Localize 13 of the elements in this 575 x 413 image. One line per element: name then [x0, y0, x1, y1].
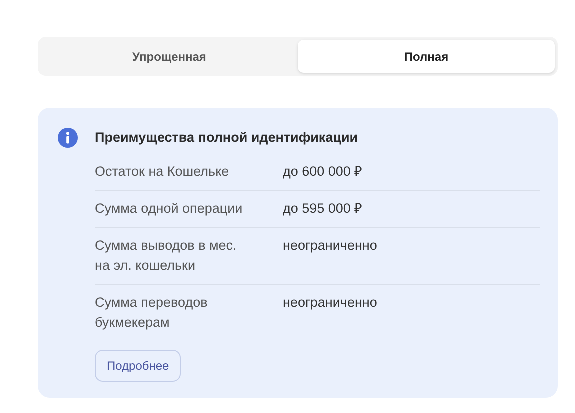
row-label: Сумма переводов букмекерам	[95, 294, 209, 332]
row-label: Сумма выводов в мес. на эл. кошельки	[95, 237, 238, 275]
row-value: до 595 000 ₽	[283, 200, 363, 218]
row-value: неограниченно	[283, 294, 378, 312]
row-label: Сумма одной операции	[95, 200, 244, 218]
row-label: Остаток на Кошельке	[95, 163, 230, 181]
info-icon	[58, 128, 78, 148]
tab[interactable]: Полная	[298, 40, 555, 73]
row-value: неограниченно	[283, 237, 378, 255]
card-title: Преимущества полной идентификации	[95, 129, 360, 147]
more-button[interactable]: Подробнее	[95, 350, 182, 382]
tab[interactable]: Упрощенная	[41, 40, 298, 73]
row-value: до 600 000 ₽	[283, 163, 363, 181]
